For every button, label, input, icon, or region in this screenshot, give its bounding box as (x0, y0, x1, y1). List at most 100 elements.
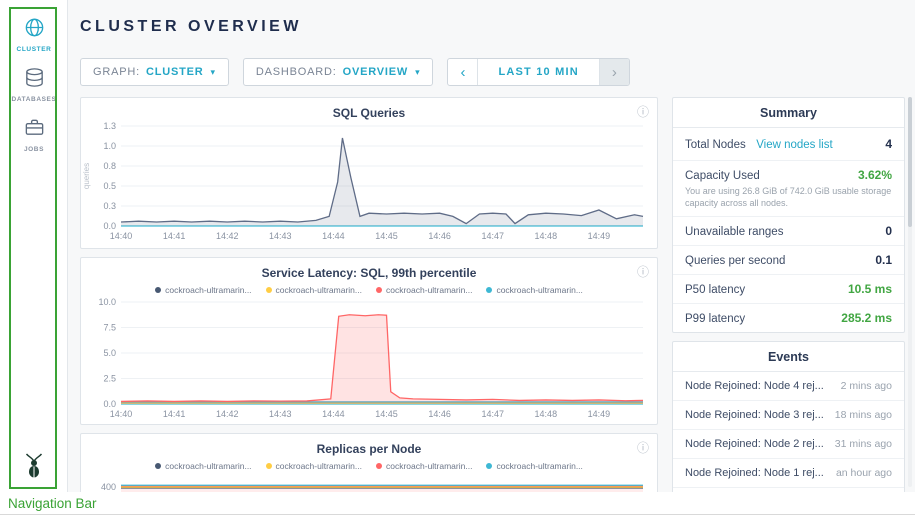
event-time: 18 mins ago (835, 409, 892, 421)
legend-dot (155, 463, 161, 469)
time-range-next-button[interactable]: › (599, 59, 629, 85)
annotation-label: Navigation Bar (8, 496, 97, 511)
svg-text:14:40: 14:40 (110, 231, 133, 241)
legend-dot (266, 287, 272, 293)
summary-row-queries-per-second: Queries per second 0.1 (673, 246, 904, 275)
legend-dot (486, 463, 492, 469)
scrollbar-thumb[interactable] (908, 97, 912, 227)
event-row: Node Rejoined: Node 3 rej... 18 mins ago (673, 401, 904, 430)
svg-text:14:41: 14:41 (163, 409, 186, 419)
app-frame: CLUSTER DATABASES (0, 0, 915, 492)
service-latency-chart: 0.02.55.07.510.014:4014:4114:4214:4314:4… (81, 296, 655, 420)
row-value: 0.1 (875, 253, 892, 267)
events-header: Events (673, 342, 904, 372)
legend-label: cockroach-ultramarin... (165, 285, 251, 295)
svg-text:14:48: 14:48 (535, 409, 558, 419)
legend-item[interactable]: cockroach-ultramarin... (376, 459, 472, 472)
summary-row-p99-latency: P99 latency 285.2 ms (673, 304, 904, 332)
time-range-label: LAST 10 MIN (478, 59, 598, 85)
legend-item[interactable]: cockroach-ultramarin... (155, 459, 251, 472)
charts-column: SQL Queries ⓘ 0.00.30.50.81.01.314:4014:… (80, 97, 658, 492)
legend-label: cockroach-ultramarin... (165, 461, 251, 471)
legend-label: cockroach-ultramarin... (496, 285, 582, 295)
row-label: P99 latency (685, 313, 745, 325)
legend-label: cockroach-ultramarin... (276, 461, 362, 471)
sidebar-item-cluster[interactable]: CLUSTER (0, 16, 68, 53)
legend-item[interactable]: cockroach-ultramarin... (266, 459, 362, 472)
dashboard-dropdown[interactable]: DASHBOARD: OVERVIEW ▾ (243, 58, 434, 86)
svg-text:0.8: 0.8 (103, 161, 116, 171)
event-text: Node Rejoined: Node 3 rej... (685, 409, 824, 421)
capacity-used-value: 3.62% (858, 168, 892, 182)
sidebar-item-label: JOBS (0, 146, 68, 153)
legend-item[interactable]: cockroach-ultramarin... (266, 283, 362, 296)
summary-row-unavailable-ranges: Unavailable ranges 0 (673, 217, 904, 246)
event-row: Node Rejoined: Node 4 rej... 2 mins ago (673, 372, 904, 401)
svg-text:14:42: 14:42 (216, 231, 239, 241)
legend-item[interactable]: cockroach-ultramarin... (155, 283, 251, 296)
legend-label: cockroach-ultramarin... (276, 285, 362, 295)
event-text: Node Rejoined: Node 4 rej... (685, 380, 824, 392)
time-range-selector: ‹ LAST 10 MIN › (447, 58, 629, 86)
svg-text:14:49: 14:49 (588, 231, 611, 241)
legend-dot (155, 287, 161, 293)
total-nodes-value: 4 (885, 137, 892, 151)
info-icon[interactable]: ⓘ (637, 439, 649, 456)
legend-dot (486, 287, 492, 293)
svg-text:0.0: 0.0 (103, 221, 116, 231)
graph-dropdown[interactable]: GRAPH: CLUSTER ▾ (80, 58, 229, 86)
svg-text:14:49: 14:49 (588, 409, 611, 419)
sidebar-item-label: CLUSTER (0, 46, 68, 53)
row-label: P50 latency (685, 284, 745, 296)
svg-text:14:45: 14:45 (375, 231, 398, 241)
row-label: Queries per second (685, 255, 785, 267)
legend-item[interactable]: cockroach-ultramarin... (376, 283, 472, 296)
capacity-used-label: Capacity Used (685, 170, 760, 182)
summary-row-p50-latency: P50 latency 10.5 ms (673, 275, 904, 304)
svg-text:10.0: 10.0 (98, 297, 116, 307)
page-title: CLUSTER OVERVIEW (80, 18, 302, 36)
sidebar-item-label: DATABASES (0, 96, 68, 103)
sql-queries-chart: 0.00.30.50.81.01.314:4014:4114:4214:4314… (81, 120, 655, 242)
chart-title: SQL Queries (81, 98, 657, 120)
sidebar-item-jobs[interactable]: JOBS (0, 116, 68, 153)
event-time: an hour ago (836, 467, 892, 479)
summary-row-total-nodes: Total Nodes View nodes list 4 (673, 128, 904, 161)
right-column: Summary Total Nodes View nodes list 4 Ca… (672, 97, 905, 492)
cockroachdb-logo[interactable] (0, 452, 68, 484)
svg-text:1.3: 1.3 (103, 121, 116, 131)
sidebar-item-databases[interactable]: DATABASES (0, 66, 68, 103)
event-time: 31 mins ago (835, 438, 892, 450)
row-value: 0 (885, 224, 892, 238)
view-nodes-list-link[interactable]: View nodes list (756, 139, 833, 151)
svg-text:queries: queries (82, 163, 91, 189)
svg-text:14:46: 14:46 (428, 231, 451, 241)
scrollbar[interactable] (908, 97, 912, 487)
summary-header: Summary (673, 98, 904, 128)
svg-text:14:44: 14:44 (322, 409, 345, 419)
svg-text:0.0: 0.0 (103, 399, 116, 409)
graph-dropdown-label: GRAPH: (93, 66, 140, 78)
svg-text:0.5: 0.5 (103, 181, 116, 191)
legend-item[interactable]: cockroach-ultramarin... (486, 459, 582, 472)
info-icon[interactable]: ⓘ (637, 263, 649, 280)
chart-title: Replicas per Node (81, 434, 657, 456)
page: CLUSTER DATABASES (0, 0, 915, 517)
svg-text:14:45: 14:45 (375, 409, 398, 419)
svg-text:1.0: 1.0 (103, 141, 116, 151)
svg-text:14:43: 14:43 (269, 409, 292, 419)
events-card: Events Node Rejoined: Node 4 rej... 2 mi… (672, 341, 905, 492)
info-icon[interactable]: ⓘ (637, 103, 649, 120)
legend-dot (266, 463, 272, 469)
time-range-prev-button[interactable]: ‹ (448, 59, 478, 85)
database-icon (23, 76, 46, 93)
row-label: Unavailable ranges (685, 226, 783, 238)
event-text: Node Rejoined: Node 2 rej... (685, 438, 824, 450)
briefcase-icon (23, 126, 46, 143)
legend-item[interactable]: cockroach-ultramarin... (486, 283, 582, 296)
legend-label: cockroach-ultramarin... (386, 285, 472, 295)
total-nodes-label: Total Nodes (685, 139, 746, 151)
svg-text:14:43: 14:43 (269, 231, 292, 241)
service-latency-panel: Service Latency: SQL, 99th percentile ⓘ … (80, 257, 658, 425)
legend-dot (376, 463, 382, 469)
